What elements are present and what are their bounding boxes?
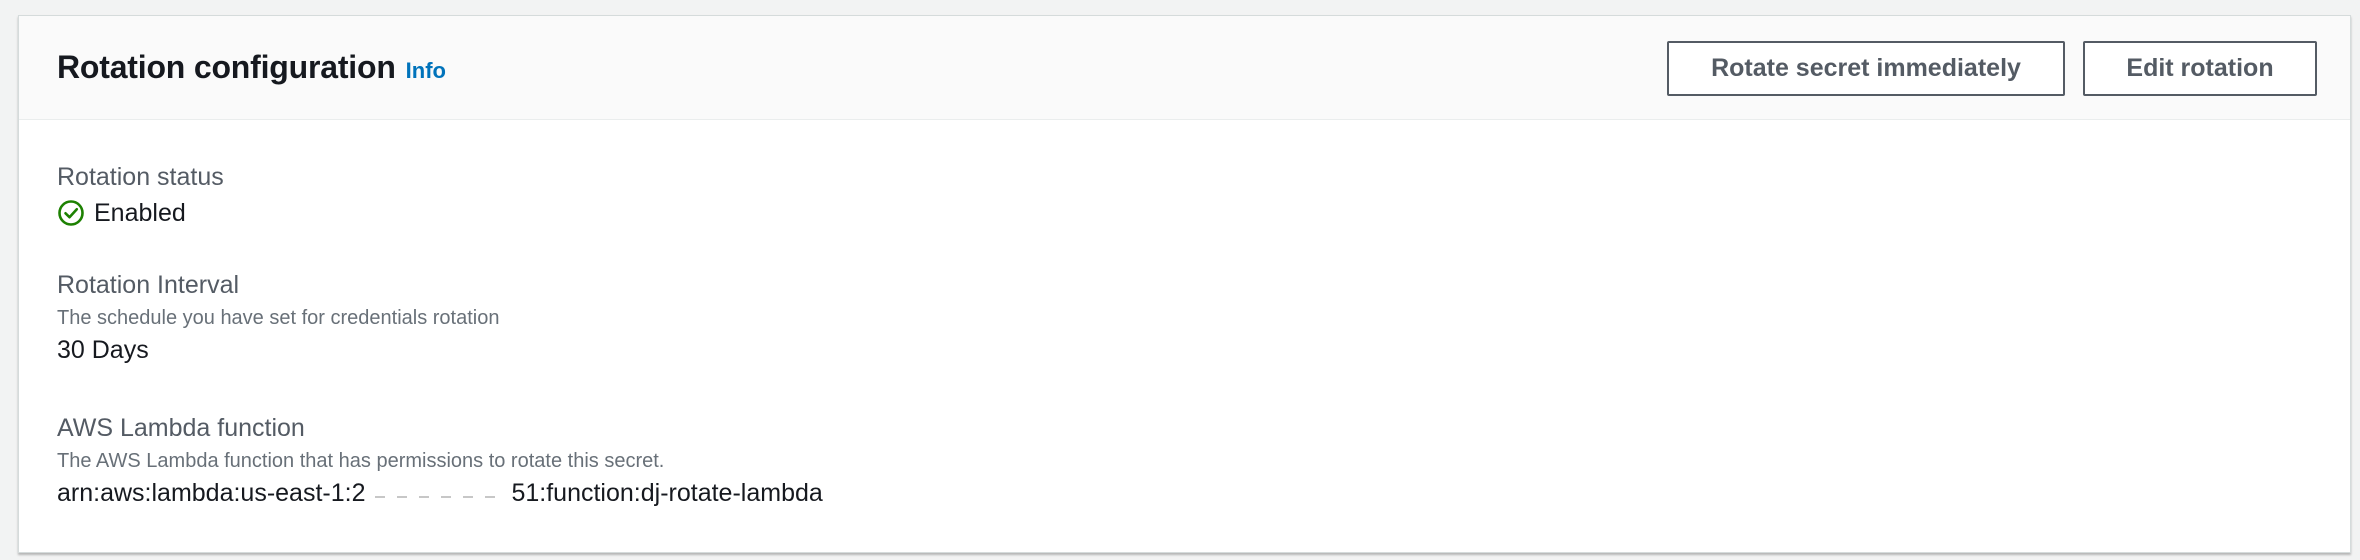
rotation-status-label: Rotation status bbox=[57, 163, 224, 191]
rotation-configuration-panel: Rotation configuration Info Rotate secre… bbox=[18, 15, 2351, 553]
rotation-status-value: Enabled bbox=[94, 199, 186, 227]
redacted-account-id bbox=[365, 484, 512, 505]
info-link[interactable]: Info bbox=[406, 58, 446, 84]
edit-rotation-button[interactable]: Edit rotation bbox=[2083, 41, 2317, 96]
rotate-secret-immediately-button[interactable]: Rotate secret immediately bbox=[1667, 41, 2065, 96]
lambda-arn-suffix: 51:function:dj-rotate-lambda bbox=[511, 479, 823, 507]
rotation-interval-label: Rotation Interval bbox=[57, 271, 240, 299]
rotation-status-field: Rotation status Enabled bbox=[57, 161, 224, 229]
lambda-function-label: AWS Lambda function bbox=[57, 414, 305, 442]
panel-title: Rotation configuration bbox=[57, 49, 396, 85]
panel-header: Rotation configuration Info Rotate secre… bbox=[19, 16, 2350, 120]
lambda-function-field: AWS Lambda function The AWS Lambda funct… bbox=[57, 412, 823, 509]
lambda-function-description: The AWS Lambda function that has permiss… bbox=[57, 450, 665, 472]
check-circle-icon bbox=[57, 199, 85, 227]
rotation-status-value-row: Enabled bbox=[57, 197, 224, 229]
panel-title-group: Rotation configuration Info bbox=[57, 49, 446, 86]
rotation-interval-field: Rotation Interval The schedule you have … bbox=[57, 269, 499, 366]
rotation-interval-value: 30 Days bbox=[57, 336, 149, 364]
rotation-interval-description: The schedule you have set for credential… bbox=[57, 307, 500, 329]
lambda-arn-prefix: arn:aws:lambda:us-east-1:2 bbox=[57, 479, 366, 507]
lambda-function-arn: arn:aws:lambda:us-east-1:2 51:function:dj… bbox=[57, 477, 823, 509]
